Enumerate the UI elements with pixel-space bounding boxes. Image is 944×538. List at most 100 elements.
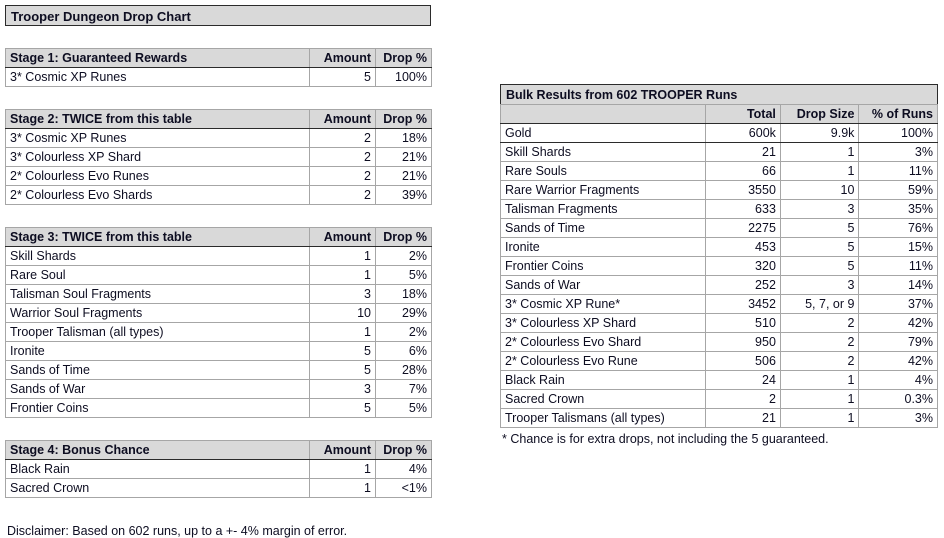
- bulk-item-percent-runs: 79%: [858, 332, 938, 352]
- bulk-item-percent-runs: 59%: [858, 180, 938, 200]
- bulk-item-drop-size: 1: [779, 389, 860, 409]
- bulk-item-name: Black Rain: [499, 370, 707, 390]
- table-row: Talisman Soul Fragments 3 18%: [5, 284, 432, 304]
- bulk-item-total: 3550: [705, 180, 781, 200]
- bulk-item-name: 3* Cosmic XP Rune*: [499, 294, 707, 314]
- reward-amount: 5: [309, 360, 376, 380]
- bulk-item-drop-size: 1: [779, 408, 860, 428]
- bulk-item-percent-runs: 11%: [858, 256, 938, 276]
- reward-amount: 1: [309, 478, 376, 498]
- bulk-item-drop-size: 1: [779, 161, 860, 181]
- stage-header-row: Stage 1: Guaranteed Rewards Amount Drop %: [5, 48, 432, 68]
- reward-name: Ironite: [5, 341, 310, 361]
- stage-header-amount: Amount: [309, 227, 376, 247]
- table-row: Sands of War 3 7%: [5, 379, 432, 399]
- reward-amount: 2: [309, 166, 376, 186]
- table-row: Black Rain 24 1 4%: [499, 370, 938, 390]
- table-row: 3* Colourless XP Shard 510 2 42%: [499, 313, 938, 333]
- table-row: 3* Cosmic XP Runes 2 18%: [5, 128, 432, 148]
- bulk-item-percent-runs: 42%: [858, 313, 938, 333]
- table-row: Sands of Time 5 28%: [5, 360, 432, 380]
- bulk-item-name: Rare Souls: [499, 161, 707, 181]
- stage-header-percent: Drop %: [375, 227, 432, 247]
- bulk-item-drop-size: 10: [779, 180, 860, 200]
- reward-drop-percent: 28%: [375, 360, 432, 380]
- stage-header-row: Stage 3: TWICE from this table Amount Drop…: [5, 227, 432, 247]
- reward-name: 3* Colourless XP Shard: [5, 147, 310, 167]
- table-row: 3* Colourless XP Shard 2 21%: [5, 147, 432, 167]
- stage-table-4: Stage 4: Bonus Chance Amount Drop % Black R…: [5, 440, 432, 498]
- bulk-item-drop-size: 5: [779, 256, 860, 276]
- bulk-item-total: 320: [705, 256, 781, 276]
- table-row: Sands of Time 2275 5 76%: [499, 218, 938, 238]
- reward-amount: 5: [309, 341, 376, 361]
- bulk-item-total: 506: [705, 351, 781, 371]
- table-row: Frontier Coins 320 5 11%: [499, 256, 938, 276]
- bulk-item-percent-runs: 37%: [858, 294, 938, 314]
- table-row: 3* Cosmic XP Runes 5 100%: [5, 67, 432, 87]
- stage-table-2: Stage 2: TWICE from this table Amount Drop…: [5, 109, 432, 205]
- reward-drop-percent: 5%: [375, 265, 432, 285]
- bulk-item-name: 2* Colourless Evo Rune: [499, 351, 707, 371]
- bulk-col-percent-runs: % of Runs: [858, 104, 938, 124]
- bulk-item-drop-size: 5: [779, 237, 860, 257]
- bulk-item-name: Frontier Coins: [499, 256, 707, 276]
- bulk-item-name: Skill Shards: [499, 142, 707, 162]
- bulk-item-name: Gold: [499, 123, 707, 143]
- bulk-item-name: 3* Colourless XP Shard: [499, 313, 707, 333]
- reward-amount: 1: [309, 265, 376, 285]
- bulk-results-table: Total Drop Size % of Runs Gold 600k 9.9k 10…: [499, 104, 938, 428]
- table-row: Ironite 5 6%: [5, 341, 432, 361]
- reward-drop-percent: 39%: [375, 185, 432, 205]
- table-row: Talisman Fragments 633 3 35%: [499, 199, 938, 219]
- bulk-table-body: Gold 600k 9.9k 100% Skill Shards 21 1 3% Rare So…: [499, 123, 938, 428]
- reward-amount: 2: [309, 128, 376, 148]
- table-row: Trooper Talismans (all types) 21 1 3%: [499, 408, 938, 428]
- bulk-item-drop-size: 2: [779, 332, 860, 352]
- bulk-item-percent-runs: 100%: [858, 123, 938, 143]
- stage-header-percent: Drop %: [375, 109, 432, 129]
- page-title: Trooper Dungeon Drop Chart: [5, 5, 431, 26]
- stage-header-percent: Drop %: [375, 48, 432, 68]
- reward-amount: 2: [309, 147, 376, 167]
- bulk-item-drop-size: 2: [779, 313, 860, 333]
- bulk-item-percent-runs: 76%: [858, 218, 938, 238]
- table-row: Sacred Crown 2 1 0.3%: [499, 389, 938, 409]
- bulk-item-drop-size: 3: [779, 199, 860, 219]
- reward-drop-percent: 18%: [375, 284, 432, 304]
- bulk-item-total: 633: [705, 199, 781, 219]
- reward-drop-percent: 29%: [375, 303, 432, 323]
- bulk-item-total: 252: [705, 275, 781, 295]
- bulk-item-percent-runs: 14%: [858, 275, 938, 295]
- table-row: Rare Souls 66 1 11%: [499, 161, 938, 181]
- reward-name: 3* Cosmic XP Runes: [5, 128, 310, 148]
- bulk-item-drop-size: 1: [779, 370, 860, 390]
- reward-drop-percent: 21%: [375, 166, 432, 186]
- reward-amount: 5: [309, 67, 376, 87]
- reward-amount: 10: [309, 303, 376, 323]
- bulk-col-total: Total: [705, 104, 781, 124]
- bulk-item-name: Trooper Talismans (all types): [499, 408, 707, 428]
- stage-header-label: Stage 4: Bonus Chance: [5, 440, 310, 460]
- right-column: Bulk Results from 602 TROOPER Runs Total…: [499, 84, 938, 446]
- stage-header-label: Stage 3: TWICE from this table: [5, 227, 310, 247]
- reward-name: Frontier Coins: [5, 398, 310, 418]
- bulk-item-name: Sacred Crown: [499, 389, 707, 409]
- bulk-item-total: 3452: [705, 294, 781, 314]
- table-row: Black Rain 1 4%: [5, 459, 432, 479]
- reward-drop-percent: 4%: [375, 459, 432, 479]
- bulk-item-percent-runs: 3%: [858, 142, 938, 162]
- reward-name: 2* Colourless Evo Runes: [5, 166, 310, 186]
- table-row: Frontier Coins 5 5%: [5, 398, 432, 418]
- left-column: Trooper Dungeon Drop Chart Stage 1: Guar…: [5, 5, 432, 538]
- table-row: Sacred Crown 1 <1%: [5, 478, 432, 498]
- bulk-item-percent-runs: 3%: [858, 408, 938, 428]
- reward-name: Sands of War: [5, 379, 310, 399]
- stage-table-3: Stage 3: TWICE from this table Amount Drop…: [5, 227, 432, 418]
- bulk-item-drop-size: 1: [779, 142, 860, 162]
- table-row: 2* Colourless Evo Rune 506 2 42%: [499, 351, 938, 371]
- bulk-item-drop-size: 5, 7, or 9: [779, 294, 860, 314]
- bulk-item-total: 66: [705, 161, 781, 181]
- disclaimer-text: Disclaimer: Based on 602 runs, up to a +…: [7, 524, 348, 538]
